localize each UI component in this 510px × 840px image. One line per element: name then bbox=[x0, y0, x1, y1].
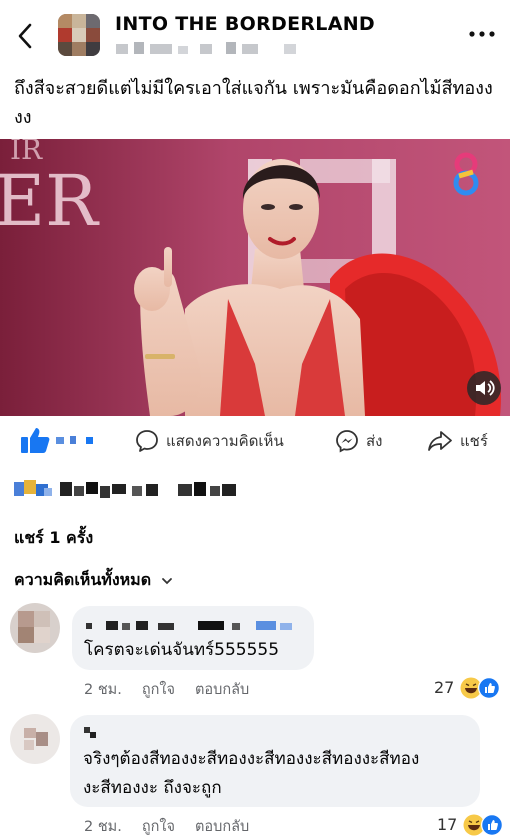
like-emoji-icon bbox=[478, 677, 501, 699]
comments-filter[interactable]: ความคิดเห็นทั้งหมด bbox=[14, 568, 173, 593]
post-video[interactable]: ER IR bbox=[0, 139, 510, 416]
channel-8-logo bbox=[453, 152, 479, 196]
like-emoji-icon bbox=[481, 814, 504, 836]
comment-like-button[interactable]: ถูกใจ bbox=[142, 815, 175, 838]
like-thumb-icon[interactable] bbox=[20, 426, 50, 454]
share-label: แชร์ bbox=[460, 432, 488, 450]
more-horizontal-icon[interactable] bbox=[468, 28, 496, 40]
speaker-icon bbox=[476, 380, 495, 396]
comments-filter-label: ความคิดเห็นทั้งหมด bbox=[14, 570, 152, 589]
commenter-name-blurred bbox=[86, 621, 292, 630]
comment-reply-button[interactable]: ตอบกลับ bbox=[195, 815, 249, 838]
chevron-left-icon[interactable] bbox=[14, 22, 38, 50]
comment-text-line: จริงๆต้องสีทองงะสีทองงะสีทองงะสีทองงะสีท… bbox=[83, 749, 420, 769]
commenter-name-blurred bbox=[84, 727, 96, 738]
page-subtitle-blurred bbox=[116, 42, 296, 54]
comment-like-button[interactable]: ถูกใจ bbox=[142, 678, 175, 701]
share-arrow-icon bbox=[428, 431, 452, 451]
comment-button[interactable]: แสดงความคิดเห็น bbox=[135, 428, 284, 454]
comment-bubble[interactable]: โครตจะเด่นจันทร์555555 bbox=[72, 606, 314, 670]
comment-reply-button[interactable]: ตอบกลับ bbox=[195, 678, 249, 701]
reactors-summary-blurred[interactable] bbox=[14, 478, 254, 502]
post-actions: แสดงความคิดเห็น ส่ง แชร์ bbox=[0, 418, 510, 466]
volume-button[interactable] bbox=[467, 371, 501, 405]
comment-bubble[interactable]: จริงๆต้องสีทองงะสีทองงะสีทองงะสีทองงะสีท… bbox=[70, 715, 480, 807]
comment-meta: 2 ชม. ถูกใจ ตอบกลับ bbox=[84, 678, 269, 701]
reaction-count: 27 bbox=[434, 677, 455, 697]
comment-text-line: งะสีทองงะ ถึงจะถูก bbox=[83, 778, 222, 798]
svg-text:IR: IR bbox=[10, 139, 43, 166]
send-label: ส่ง bbox=[366, 432, 383, 450]
svg-text:ER: ER bbox=[0, 160, 100, 242]
comment-bubble-icon bbox=[136, 430, 158, 452]
comment-time: 2 ชม. bbox=[84, 682, 122, 698]
commenter-avatar[interactable] bbox=[10, 603, 60, 653]
commenter-avatar[interactable] bbox=[10, 714, 60, 764]
send-button[interactable]: ส่ง bbox=[335, 428, 382, 454]
post-header: INTO THE BORDERLAND bbox=[0, 0, 510, 66]
share-button[interactable]: แชร์ bbox=[427, 428, 488, 454]
page-avatar[interactable] bbox=[58, 14, 100, 56]
comment-meta: 2 ชม. ถูกใจ ตอบกลับ bbox=[84, 815, 269, 838]
page-name[interactable]: INTO THE BORDERLAND bbox=[115, 13, 375, 35]
comment-text: โครตจะเด่นจันทร์555555 bbox=[84, 640, 280, 660]
comment-time: 2 ชม. bbox=[84, 819, 122, 835]
post-caption: ถึงสีจะสวยดีแต่ไม่มีใครเอาใส่แจกัน เพราะ… bbox=[14, 78, 493, 128]
comment-reactions[interactable]: 27 bbox=[434, 676, 506, 699]
like-count-blurred bbox=[56, 436, 93, 444]
chevron-down-icon bbox=[162, 577, 173, 584]
comment-reactions[interactable]: 17 bbox=[437, 813, 509, 836]
messenger-icon bbox=[336, 430, 358, 453]
reaction-count: 17 bbox=[437, 814, 458, 834]
share-count[interactable]: แชร์ 1 ครั้ง bbox=[14, 526, 93, 551]
comment-label: แสดงความคิดเห็น bbox=[166, 432, 284, 450]
